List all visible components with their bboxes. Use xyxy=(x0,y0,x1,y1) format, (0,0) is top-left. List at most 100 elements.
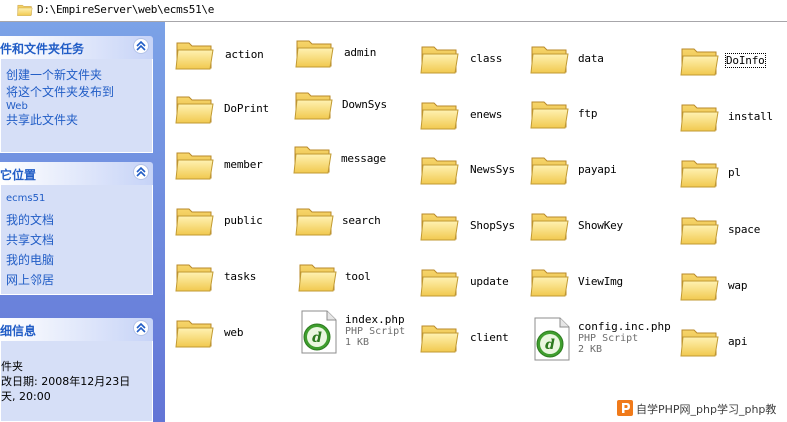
folder-label: DownSys xyxy=(342,98,387,111)
folder-icon xyxy=(175,316,215,350)
folder-label: client xyxy=(470,331,509,344)
folder-icon xyxy=(175,92,215,126)
folder-label: web xyxy=(224,326,244,339)
folder-label: ViewImg xyxy=(578,275,623,288)
folder-label: data xyxy=(578,52,604,65)
file-type: PHP Script xyxy=(578,333,639,344)
place-link-my-documents[interactable]: 我的文档 xyxy=(6,210,152,230)
file-size: 1 KB xyxy=(345,337,370,348)
task-pane: 件和文件夹任务 创建一个新文件夹 将这个文件夹发布到 Web 共享此文件夹 它位… xyxy=(0,22,165,422)
folder-icon xyxy=(680,213,720,247)
folder-icon xyxy=(293,142,333,176)
panel-title: 它位置 xyxy=(0,168,37,182)
address-bar[interactable]: D:\EmpireServer\web\ecms51\e xyxy=(0,0,787,22)
folder-label: NewsSys xyxy=(470,163,515,176)
folder-icon xyxy=(680,100,720,134)
file-and-folder-tasks-panel: 件和文件夹任务 创建一个新文件夹 将这个文件夹发布到 Web 共享此文件夹 xyxy=(0,36,153,153)
folder-label: ftp xyxy=(578,107,598,120)
file-meta: config.inc.php PHP Script 2 KB xyxy=(578,321,671,355)
folder-label: ShopSys xyxy=(470,219,515,232)
panel-body: 件夹 改日期: 2008年12月23日 天, 20:00 xyxy=(0,341,153,422)
folder-label: update xyxy=(470,275,509,288)
folder-icon xyxy=(420,321,460,355)
folder-label: tasks xyxy=(224,270,257,283)
folder-label: api xyxy=(728,335,748,348)
panel-header[interactable]: 它位置 xyxy=(0,162,153,185)
place-link-network-places[interactable]: 网上邻居 xyxy=(6,270,152,290)
folder-icon xyxy=(530,42,570,76)
site-logo-icon xyxy=(617,400,633,416)
folder-label: tool xyxy=(345,270,371,283)
publish-folder-link[interactable]: 将这个文件夹发布到 xyxy=(6,84,152,101)
share-folder-link[interactable]: 共享此文件夹 xyxy=(6,112,152,129)
folder-label: payapi xyxy=(578,163,617,176)
chevron-up-double-icon xyxy=(136,41,146,51)
detail-modified-date: 改日期: 2008年12月23日 xyxy=(1,375,131,388)
folder-label: member xyxy=(224,158,263,171)
address-path[interactable]: D:\EmpireServer\web\ecms51\e xyxy=(37,3,214,16)
file-meta: index.php PHP Script 1 KB xyxy=(345,314,405,348)
other-places-panel: 它位置 ecms51 我的文档 共享文档 我的电脑 网上邻居 xyxy=(0,162,153,295)
folder-icon xyxy=(17,3,33,17)
folder-icon xyxy=(530,209,570,243)
folder-icon xyxy=(420,265,460,299)
folder-icon xyxy=(530,97,570,131)
file-name: config.inc.php xyxy=(578,320,671,333)
folder-label: install xyxy=(728,110,773,123)
folder-label: pl xyxy=(728,166,741,179)
folder-icon xyxy=(175,260,215,294)
detail-modified-time: 天, 20:00 xyxy=(1,390,51,403)
folder-label: public xyxy=(224,214,263,227)
folder-icon xyxy=(420,209,460,243)
dreamweaver-php-file-icon xyxy=(530,316,574,362)
folder-icon xyxy=(530,153,570,187)
watermark: 自学PHP网_php学习_php教 xyxy=(614,396,787,422)
detail-type: 件夹 xyxy=(1,360,23,373)
folder-icon xyxy=(680,269,720,303)
folder-icon xyxy=(680,325,720,359)
folder-label: space xyxy=(728,223,761,236)
folder-label: DoInfo xyxy=(725,53,766,68)
folder-label: ShowKey xyxy=(578,219,623,232)
watermark-text: 自学PHP网_php学习_php教 xyxy=(636,403,777,416)
collapse-button[interactable] xyxy=(133,320,149,336)
panel-header[interactable]: 细信息 xyxy=(0,318,153,341)
folder-icon xyxy=(295,36,335,70)
folder-label: wap xyxy=(728,279,748,292)
file-size: 2 KB xyxy=(578,344,603,355)
collapse-button[interactable] xyxy=(133,164,149,180)
folder-icon xyxy=(420,98,460,132)
panel-title: 细信息 xyxy=(0,324,37,338)
place-link-ecms51[interactable]: ecms51 xyxy=(6,192,152,206)
folder-icon xyxy=(680,156,720,190)
folder-icon xyxy=(175,38,215,72)
folder-icon xyxy=(295,204,335,238)
folder-icon xyxy=(530,265,570,299)
create-new-folder-link[interactable]: 创建一个新文件夹 xyxy=(6,67,152,84)
place-link-my-computer[interactable]: 我的电脑 xyxy=(6,250,152,270)
folder-icon xyxy=(294,88,334,122)
folder-icon xyxy=(420,42,460,76)
folder-label: search xyxy=(342,214,381,227)
panel-title: 件和文件夹任务 xyxy=(0,42,85,56)
folder-icon xyxy=(680,44,720,78)
panel-header[interactable]: 件和文件夹任务 xyxy=(0,36,153,59)
details-panel: 细信息 件夹 改日期: 2008年12月23日 天, 20:00 xyxy=(0,318,153,422)
panel-body: 创建一个新文件夹 将这个文件夹发布到 Web 共享此文件夹 xyxy=(0,59,153,153)
place-link-shared-documents[interactable]: 共享文档 xyxy=(6,230,152,250)
file-name: index.php xyxy=(345,313,405,326)
folder-icon xyxy=(420,153,460,187)
folder-label: action xyxy=(225,48,264,61)
file-type: PHP Script xyxy=(345,326,406,337)
folder-label: class xyxy=(470,52,503,65)
folder-icon xyxy=(175,148,215,182)
panel-body: ecms51 我的文档 共享文档 我的电脑 网上邻居 xyxy=(0,185,153,295)
folder-label: admin xyxy=(344,46,377,59)
publish-folder-link-web[interactable]: Web xyxy=(6,101,152,112)
folder-label: DoPrint xyxy=(224,102,269,115)
folder-icon xyxy=(298,260,338,294)
collapse-button[interactable] xyxy=(133,38,149,54)
folder-label: enews xyxy=(470,108,503,121)
chevron-up-double-icon xyxy=(136,323,146,333)
chevron-up-double-icon xyxy=(136,167,146,177)
